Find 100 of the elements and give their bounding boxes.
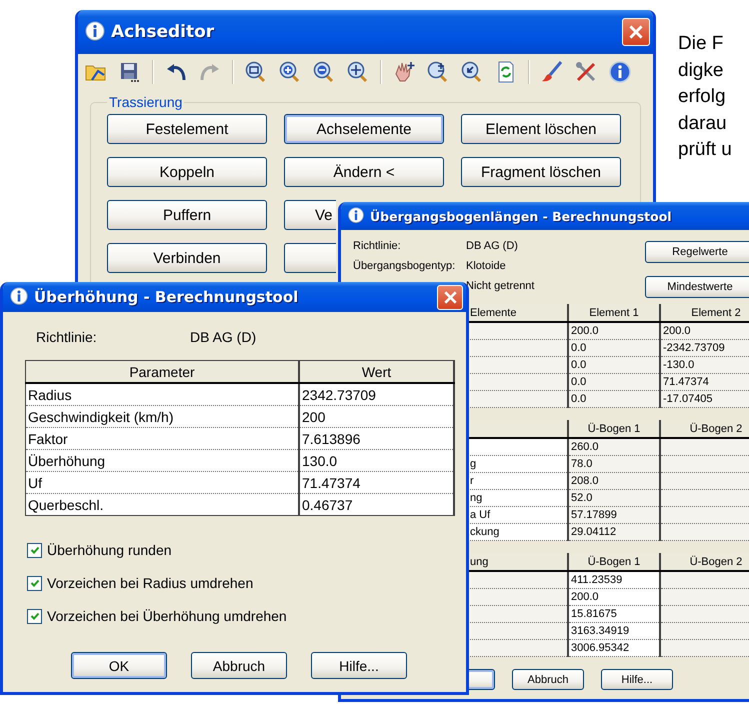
table-cell: -2342.73709 [663, 342, 725, 354]
table-cell: a Uf [470, 509, 490, 521]
table-cell: 0.0 [571, 393, 586, 405]
table-cell: ckung [470, 526, 500, 538]
table-cell: 78.0 [571, 458, 592, 470]
column-header: Ü-Bogen 2 [690, 556, 742, 568]
info-icon[interactable] [608, 60, 632, 84]
table-cell: 2342.73709 [302, 386, 376, 402]
table-cell: 200.0 [571, 325, 599, 337]
zoom-plus-minus-icon[interactable] [426, 60, 450, 84]
table-cell: 0.0 [571, 376, 586, 388]
table-cell: 200.0 [663, 325, 691, 337]
dialog-button[interactable]: Abbruch [512, 669, 584, 690]
window-title: Übergangsbogenlängen - Berechnungstool [370, 208, 673, 224]
field-label: Richtlinie: [353, 240, 401, 252]
column-header: Element 1 [589, 306, 639, 318]
checkbox[interactable] [27, 576, 42, 590]
table-cell: Geschwindigkeit (km/h) [28, 408, 174, 424]
action-button[interactable]: Element löschen [461, 114, 621, 144]
table-cell: 0.0 [571, 342, 586, 354]
table-cell: 29.04112 [571, 526, 616, 538]
checkbox-label: Vorzeichen bei Überhöhung umdrehen [47, 608, 287, 624]
table-cell: 3006.95342 [571, 642, 630, 654]
table-cell: 52.0 [571, 492, 592, 504]
info-icon [9, 287, 29, 307]
zoom-move-icon[interactable] [346, 60, 370, 84]
brush-icon[interactable] [540, 60, 564, 84]
window-title: Überhöhung - Berechnungstool [34, 288, 300, 306]
info-icon [84, 21, 106, 43]
table-cell: 0.46737 [302, 496, 353, 512]
action-button[interactable]: Puffern [107, 200, 267, 230]
window-title: Achseditor [111, 22, 216, 42]
column-header: Ü-Bogen 1 [588, 556, 640, 568]
table-cell: 15.81675 [571, 608, 617, 620]
close-button[interactable] [622, 18, 650, 46]
table-cell: 71.47374 [663, 376, 709, 388]
field-value: Klotoide [466, 260, 507, 272]
dialog-button[interactable]: OK [71, 652, 167, 679]
column-header: Wert [362, 364, 392, 380]
action-button[interactable] [284, 243, 336, 273]
checkmark-icon [30, 611, 40, 621]
table-cell: Uf [28, 474, 42, 490]
tools-icon[interactable] [574, 60, 598, 84]
table-cell: Querbeschl. [28, 496, 104, 512]
action-button[interactable]: Ve [284, 200, 336, 230]
table-cell: r [470, 475, 474, 487]
table-cell: 130.0 [302, 452, 338, 468]
column-header: Ü-Bogen 1 [588, 422, 640, 434]
dialog-button[interactable]: Abbruch [191, 652, 287, 679]
zoom-box-icon[interactable] [244, 60, 268, 84]
zoom-back-icon[interactable] [460, 60, 484, 84]
table-cell: 260.0 [571, 441, 599, 453]
action-button[interactable]: Fragment löschen [461, 157, 621, 187]
checkbox-label: Vorzeichen bei Radius umdrehen [47, 575, 254, 591]
close-icon [629, 25, 643, 39]
action-button[interactable]: Ändern < [284, 157, 444, 187]
table-cell: ng [470, 492, 482, 504]
field-label: Richtlinie: [36, 329, 98, 346]
table-cell: 200 [302, 408, 326, 424]
group-label: Trassierung [108, 94, 184, 110]
column-header: Elemente [470, 306, 516, 318]
column-header: Ü-Bogen 2 [690, 422, 742, 434]
action-button[interactable]: Achselemente [284, 114, 444, 144]
action-button[interactable]: Festelement [107, 114, 267, 144]
save-icon[interactable] [118, 60, 142, 84]
paragraph-text: Die F digke erfolg darau prüft u [678, 32, 732, 162]
column-header: ung [470, 556, 488, 568]
info-icon [347, 207, 365, 225]
preset-button[interactable]: Regelwerte [645, 241, 749, 263]
close-icon [444, 290, 456, 304]
table-cell: 57.17899 [571, 509, 617, 521]
field-label: Übergangsbogentyp: [353, 260, 456, 272]
close-button[interactable] [437, 284, 463, 310]
table-cell: Faktor [28, 430, 68, 446]
dialog-button[interactable]: Hilfe... [311, 652, 407, 679]
table-cell: Radius [28, 386, 72, 402]
field-value: DB AG (D) [190, 329, 256, 346]
table-cell: -130.0 [663, 359, 694, 371]
table-cell: 0.0 [571, 359, 586, 371]
checkbox-label: Überhöhung runden [47, 542, 172, 558]
table-cell: -17.07405 [663, 393, 713, 405]
table-cell: 71.47374 [302, 474, 360, 490]
dialog-button[interactable]: Hilfe... [601, 669, 673, 690]
preset-button[interactable]: Mindestwerte [645, 276, 749, 298]
action-button[interactable]: Koppeln [107, 157, 267, 187]
table-cell: 200.0 [571, 591, 599, 603]
checkbox[interactable] [27, 542, 42, 558]
table-cell: 7.613896 [302, 430, 360, 446]
column-header: Parameter [129, 364, 195, 380]
field-value: Nicht getrennt [466, 280, 536, 292]
checkmark-icon [30, 545, 40, 555]
zoom-in-icon[interactable] [278, 60, 302, 84]
table-cell: 3163.34919 [571, 625, 630, 637]
action-button[interactable]: Verbinden [107, 243, 267, 273]
table-cell: Überhöhung [28, 452, 106, 468]
table-cell: 208.0 [571, 475, 599, 487]
field-value: DB AG (D) [466, 240, 519, 252]
column-header: Element 2 [691, 306, 741, 318]
checkbox[interactable] [27, 608, 42, 624]
zoom-out-icon[interactable] [312, 60, 336, 84]
